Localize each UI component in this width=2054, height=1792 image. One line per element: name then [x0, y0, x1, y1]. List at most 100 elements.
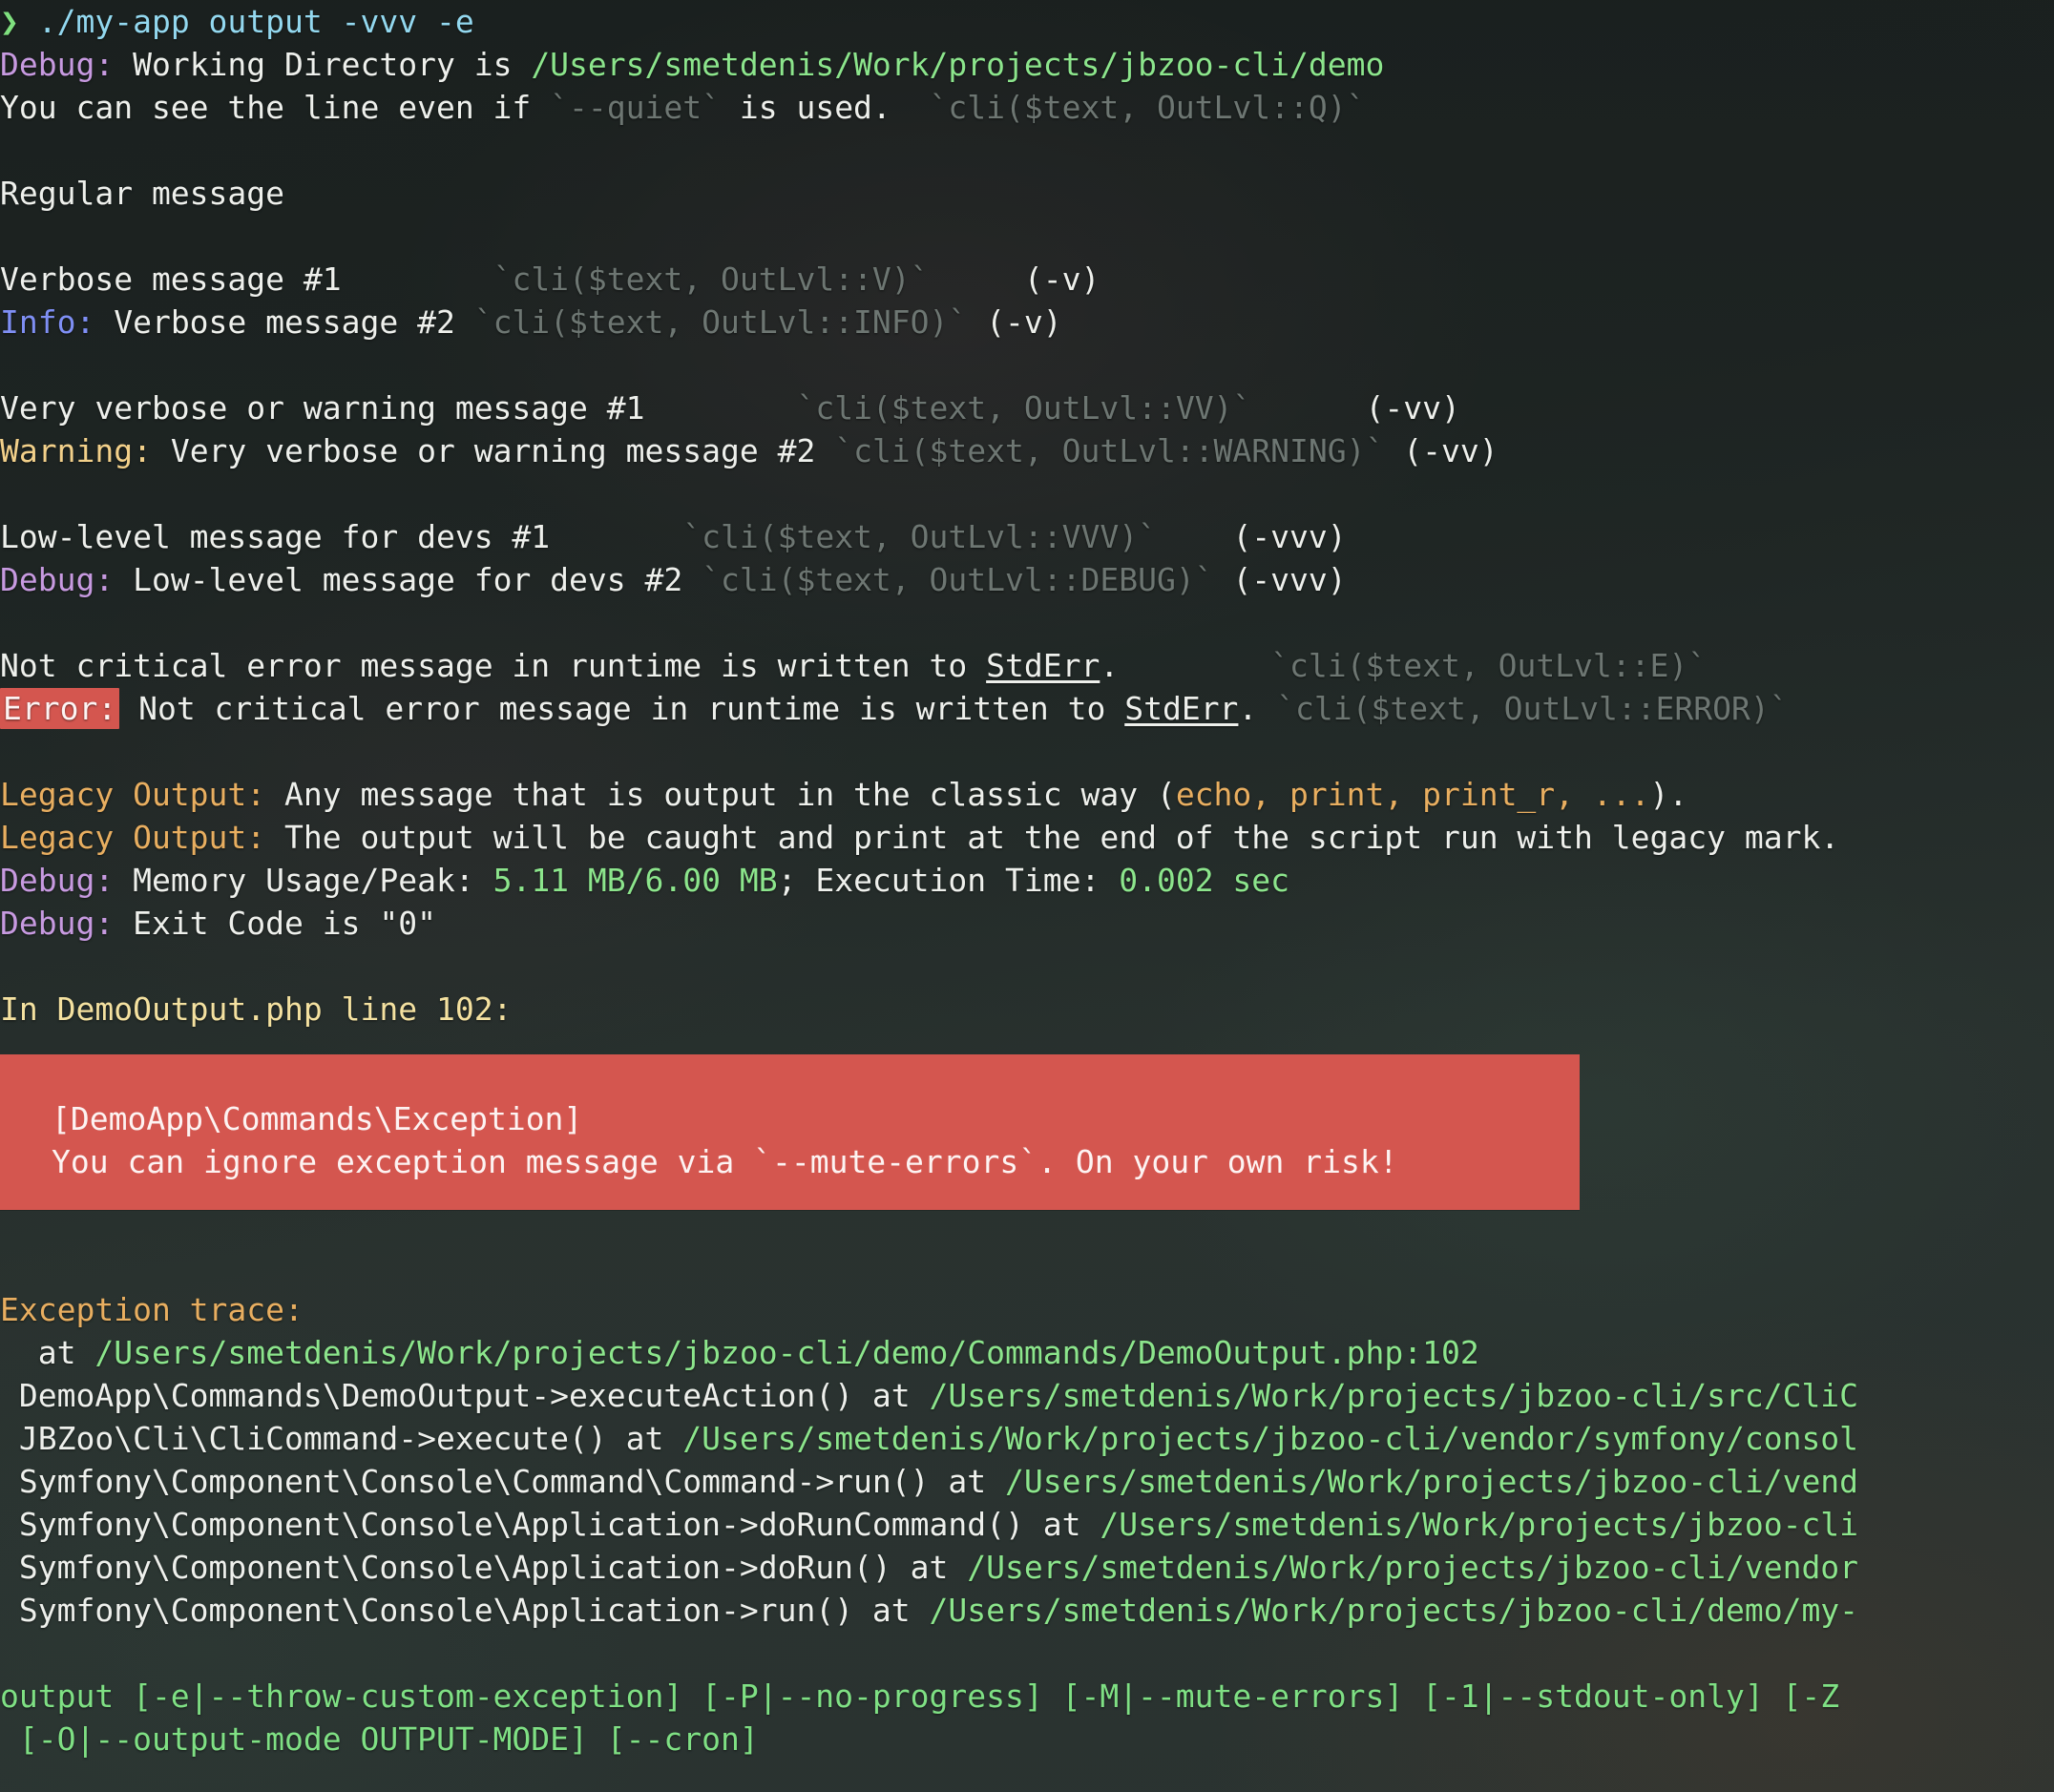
usage-line-1-text: output [-e|--throw-custom-exception] [-P… [0, 1677, 1840, 1715]
warning-text: Very verbose or warning message #2 [151, 432, 835, 469]
legacy-output-label-2: Legacy Output: [0, 819, 266, 856]
error-badge: Error: [0, 688, 120, 729]
legacy-output-label-1: Legacy Output: [0, 776, 266, 813]
debug-label-2: Debug: [0, 561, 115, 598]
quiet-line: You can see the line even if `--quiet` i… [0, 86, 1366, 129]
low-level-2-cli-hint: `cli($text, OutLvl::DEBUG)` [702, 561, 1214, 598]
exit-code-text: Exit Code is "0" [114, 905, 436, 942]
legacy-output-2-line: Legacy Output: The output will be caught… [0, 816, 1839, 859]
trace-6-call: Symfony\Component\Console\Application->r… [0, 1592, 930, 1629]
info-text: Verbose message #2 [94, 303, 474, 341]
verbose-message-1-line: Verbose message #1 `cli($text, OutLvl::V… [0, 258, 1100, 301]
debug-label: Debug: [0, 46, 115, 83]
regular-message-text: Regular message [0, 175, 285, 212]
stderr-2-keyword: StdErr [1124, 690, 1239, 727]
working-directory-path: /Users/smetdenis/Work/projects/jbzoo-cli… [531, 46, 1385, 83]
info-flag: (-v) [986, 303, 1062, 341]
very-verbose-1-text: Very verbose or warning message #1 [0, 389, 645, 427]
trace-5-path: /Users/smetdenis/Work/projects/jbzoo-cli… [967, 1549, 1859, 1586]
low-level-2-line: Debug: Low-level message for devs #2 `cl… [0, 558, 1347, 601]
trace-row-3: Symfony\Component\Console\Command\Comman… [0, 1460, 1858, 1503]
debug-label-exit: Debug: [0, 905, 115, 942]
exception-panel: [DemoApp\Commands\Exception] You can ign… [0, 1054, 1580, 1210]
verbose-message-1-text: Verbose message #1 [0, 260, 342, 298]
exception-message-line: You can ignore exception message via `--… [52, 1143, 1398, 1180]
low-level-1-cli-hint: `cli($text, OutLvl::VVV)` [682, 518, 1157, 555]
stderr-2-cli-hint: `cli($text, OutLvl::ERROR)` [1276, 690, 1789, 727]
debug-label-memory: Debug: [0, 862, 115, 899]
trace-6-path: /Users/smetdenis/Work/projects/jbzoo-cli… [929, 1592, 1859, 1629]
exception-location-text: In DemoOutput.php line 102: [0, 990, 513, 1028]
info-cli-hint: `cli($text, OutLvl::INFO)` [473, 303, 968, 341]
command-text: ./my-app output -vvv -e [37, 3, 474, 40]
trace-row-2: JBZoo\Cli\CliCommand->execute() at /User… [0, 1417, 1858, 1460]
memory-usage-text-a: Memory Usage/Peak: [114, 862, 493, 899]
legacy-output-1-line: Legacy Output: Any message that is outpu… [0, 773, 1687, 816]
stderr-2-text-c: . [1238, 690, 1277, 727]
debug-workdir-text: Working Directory is [114, 46, 532, 83]
trace-1-path: /Users/smetdenis/Work/projects/jbzoo-cli… [929, 1377, 1859, 1414]
low-level-1-flag: (-vvv) [1232, 518, 1347, 555]
prompt-icon: ❯ [0, 3, 19, 40]
trace-3-call: Symfony\Component\Console\Command\Comman… [0, 1463, 1005, 1500]
warning-cli-hint: `cli($text, OutLvl::WARNING)` [834, 432, 1385, 469]
trace-at-path: /Users/smetdenis/Work/projects/jbzoo-cli… [94, 1334, 1479, 1371]
trace-row-6: Symfony\Component\Console\Application->r… [0, 1589, 1858, 1632]
very-verbose-1-line: Very verbose or warning message #1 `cli(… [0, 386, 1460, 429]
verbose-1-flag: (-v) [1023, 260, 1100, 298]
execution-time-value: 0.002 sec [1119, 862, 1290, 899]
trace-4-call: Symfony\Component\Console\Application->d… [0, 1506, 1100, 1543]
memory-usage-value: 5.11 MB/6.00 MB [493, 862, 778, 899]
exception-location-line: In DemoOutput.php line 102: [0, 988, 512, 1031]
very-verbose-1-flag: (-vv) [1365, 389, 1460, 427]
stderr-1-cli-hint: `cli($text, OutLvl::E)` [1270, 647, 1708, 684]
info-label: Info: [0, 303, 95, 341]
very-verbose-1-cli-hint: `cli($text, OutLvl::VV)` [796, 389, 1252, 427]
legacy-output-functions: echo, print, print_r, ... [1175, 776, 1650, 813]
stderr-message-1-line: Not critical error message in runtime is… [0, 644, 1707, 687]
low-level-2-text: Low-level message for devs #2 [114, 561, 702, 598]
exception-trace-header-text: Exception trace: [0, 1291, 304, 1328]
stderr-2-text-a: Not critical error message in runtime is… [119, 690, 1125, 727]
exception-class-line: [DemoApp\Commands\Exception] [52, 1100, 583, 1137]
regular-message-line: Regular message [0, 172, 284, 215]
trace-row-4: Symfony\Component\Console\Application->d… [0, 1503, 1858, 1546]
command-line[interactable]: ❯ ./my-app output -vvv -e [0, 0, 474, 43]
stderr-1-keyword: StdErr [986, 647, 1100, 684]
low-level-1-line: Low-level message for devs #1 `cli($text… [0, 515, 1347, 558]
trace-row-1: DemoApp\Commands\DemoOutput->executeActi… [0, 1374, 1858, 1417]
memory-usage-text-b: ; Execution Time: [777, 862, 1120, 899]
quiet-flag-hint: `--quiet` [550, 89, 721, 126]
usage-line-1: output [-e|--throw-custom-exception] [-P… [0, 1675, 1839, 1718]
exception-trace-header: Exception trace: [0, 1288, 304, 1331]
usage-line-2: [-O|--output-mode OUTPUT-MODE] [--cron] [0, 1718, 759, 1761]
trace-row-5: Symfony\Component\Console\Application->d… [0, 1546, 1858, 1589]
quiet-line-text-a: You can see the line even if [0, 89, 551, 126]
trace-at-prefix: at [0, 1334, 95, 1371]
verbose-1-cli-hint: `cli($text, OutLvl::V)` [493, 260, 930, 298]
quiet-cli-hint: `cli($text, OutLvl::Q)` [929, 89, 1366, 126]
trace-2-call: JBZoo\Cli\CliCommand->execute() at [0, 1420, 683, 1457]
low-level-2-flag: (-vvv) [1232, 561, 1347, 598]
trace-row-0: at /Users/smetdenis/Work/projects/jbzoo-… [0, 1331, 1479, 1374]
low-level-1-text: Low-level message for devs #1 [0, 518, 551, 555]
trace-4-path: /Users/smetdenis/Work/projects/jbzoo-cli [1100, 1506, 1859, 1543]
terminal-screen[interactable]: ❯ ./my-app output -vvv -e Debug: Working… [0, 0, 2054, 1792]
trace-2-path: /Users/smetdenis/Work/projects/jbzoo-cli… [682, 1420, 1859, 1457]
quiet-line-text-b: is used. [720, 89, 930, 126]
trace-5-call: Symfony\Component\Console\Application->d… [0, 1549, 968, 1586]
warning-flag: (-vv) [1403, 432, 1499, 469]
debug-workdir-line: Debug: Working Directory is /Users/smetd… [0, 43, 1384, 86]
usage-line-2-text: [-O|--output-mode OUTPUT-MODE] [--cron] [0, 1720, 759, 1758]
legacy-output-1-text-b: ). [1649, 776, 1688, 813]
trace-1-call: DemoApp\Commands\DemoOutput->executeActi… [0, 1377, 930, 1414]
trace-3-path: /Users/smetdenis/Work/projects/jbzoo-cli… [1005, 1463, 1859, 1500]
warning-message-line: Warning: Very verbose or warning message… [0, 429, 1499, 472]
info-message-line: Info: Verbose message #2 `cli($text, Out… [0, 301, 1062, 344]
stderr-message-2-line: Error: Not critical error message in run… [0, 687, 1789, 730]
exit-code-line: Debug: Exit Code is "0" [0, 902, 436, 945]
stderr-1-text-a: Not critical error message in runtime is… [0, 647, 987, 684]
memory-usage-line: Debug: Memory Usage/Peak: 5.11 MB/6.00 M… [0, 859, 1289, 902]
legacy-output-1-text-a: Any message that is output in the classi… [265, 776, 1176, 813]
stderr-1-text-c: . [1100, 647, 1120, 684]
